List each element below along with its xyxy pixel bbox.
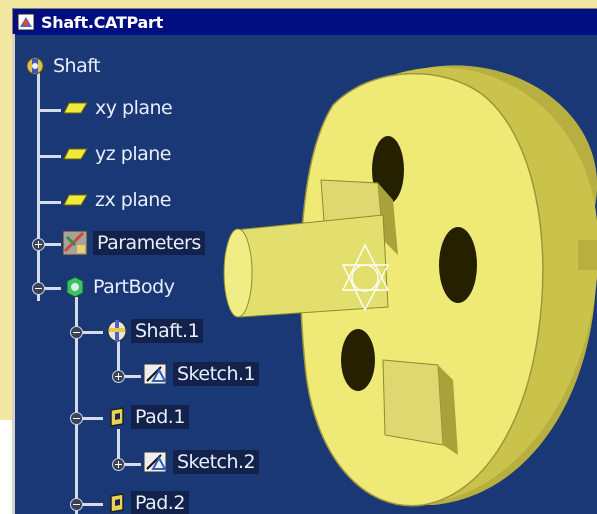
tree-item-partbody[interactable]: PartBody bbox=[63, 275, 175, 299]
shaft1-expander[interactable] bbox=[70, 326, 83, 339]
plane-icon bbox=[63, 148, 88, 160]
shaft-feature-icon bbox=[107, 320, 127, 342]
shaft-cylinder bbox=[234, 214, 389, 318]
window-left-border bbox=[12, 34, 15, 514]
tree-branch-zx bbox=[37, 201, 61, 204]
tree-branch-yz bbox=[37, 155, 61, 158]
tree-item-label: Shaft bbox=[53, 55, 101, 77]
tree-item-label: yz plane bbox=[95, 143, 171, 165]
pad1-expander[interactable] bbox=[70, 412, 83, 425]
tree-item-label: Sketch.1 bbox=[173, 362, 260, 386]
plane-icon bbox=[63, 102, 88, 114]
tree-item-label: Pad.1 bbox=[131, 405, 189, 429]
tree-item-label: xy plane bbox=[95, 97, 173, 119]
lower-left-margin bbox=[0, 420, 12, 514]
tree-item-label: PartBody bbox=[93, 276, 175, 298]
pad-icon bbox=[110, 493, 124, 513]
catpart-icon bbox=[17, 13, 35, 31]
tree-item-label: zx plane bbox=[95, 189, 171, 211]
3d-viewport[interactable]: Shaft xy plane yz plane zx plane Paramet… bbox=[13, 35, 597, 514]
sketch1-expander[interactable] bbox=[112, 370, 125, 383]
tree-item-shaft1[interactable]: Shaft.1 bbox=[105, 318, 204, 344]
partbody-icon bbox=[66, 276, 84, 298]
tree-branch-xy bbox=[37, 109, 61, 112]
tree-item-pad1[interactable]: Pad.1 bbox=[105, 404, 189, 430]
screenshot-frame: Shaft.CATPart Shaft xy plane yz plane zx… bbox=[0, 0, 597, 514]
sketch-icon bbox=[143, 451, 167, 473]
tree-item-parameters[interactable]: Parameters bbox=[61, 229, 205, 257]
catia-window: Shaft.CATPart Shaft xy plane yz plane zx… bbox=[12, 8, 597, 514]
tree-item-label: Shaft.1 bbox=[131, 319, 204, 343]
parameters-expander[interactable] bbox=[32, 238, 45, 251]
sketch2-expander[interactable] bbox=[112, 458, 125, 471]
tree-item-zx-plane[interactable]: zx plane bbox=[63, 189, 171, 211]
flange-hole-bottom bbox=[341, 329, 375, 391]
tree-item-pad2[interactable]: Pad.2 bbox=[105, 490, 189, 514]
tree-item-sketch1[interactable]: Sketch.1 bbox=[143, 362, 260, 386]
tree-item-sketch2[interactable]: Sketch.2 bbox=[143, 450, 260, 474]
title-bar[interactable]: Shaft.CATPart bbox=[13, 9, 597, 35]
window-title: Shaft.CATPart bbox=[41, 12, 163, 32]
partbody-expander[interactable] bbox=[32, 282, 45, 295]
pad-icon bbox=[110, 407, 124, 427]
tree-item-label: Parameters bbox=[93, 231, 205, 255]
tree-item-yz-plane[interactable]: yz plane bbox=[63, 143, 171, 165]
plane-icon bbox=[63, 194, 88, 206]
tree-item-label: Sketch.2 bbox=[173, 450, 260, 474]
part-icon bbox=[26, 57, 44, 75]
tree-item-xy-plane[interactable]: xy plane bbox=[63, 97, 173, 119]
pad2-expander[interactable] bbox=[70, 498, 83, 511]
flange-hole-right bbox=[439, 227, 477, 303]
tree-trunk-line bbox=[37, 73, 40, 301]
shaft-right-stub bbox=[578, 240, 597, 270]
parameters-icon bbox=[62, 230, 88, 256]
outer-background-top bbox=[0, 0, 597, 8]
shaft-end-face bbox=[223, 228, 253, 318]
sketch-icon bbox=[143, 363, 167, 385]
tree-item-shaft-root[interactable]: Shaft bbox=[23, 55, 101, 77]
tree-item-label: Pad.2 bbox=[131, 491, 189, 514]
key-bottom bbox=[382, 359, 444, 446]
